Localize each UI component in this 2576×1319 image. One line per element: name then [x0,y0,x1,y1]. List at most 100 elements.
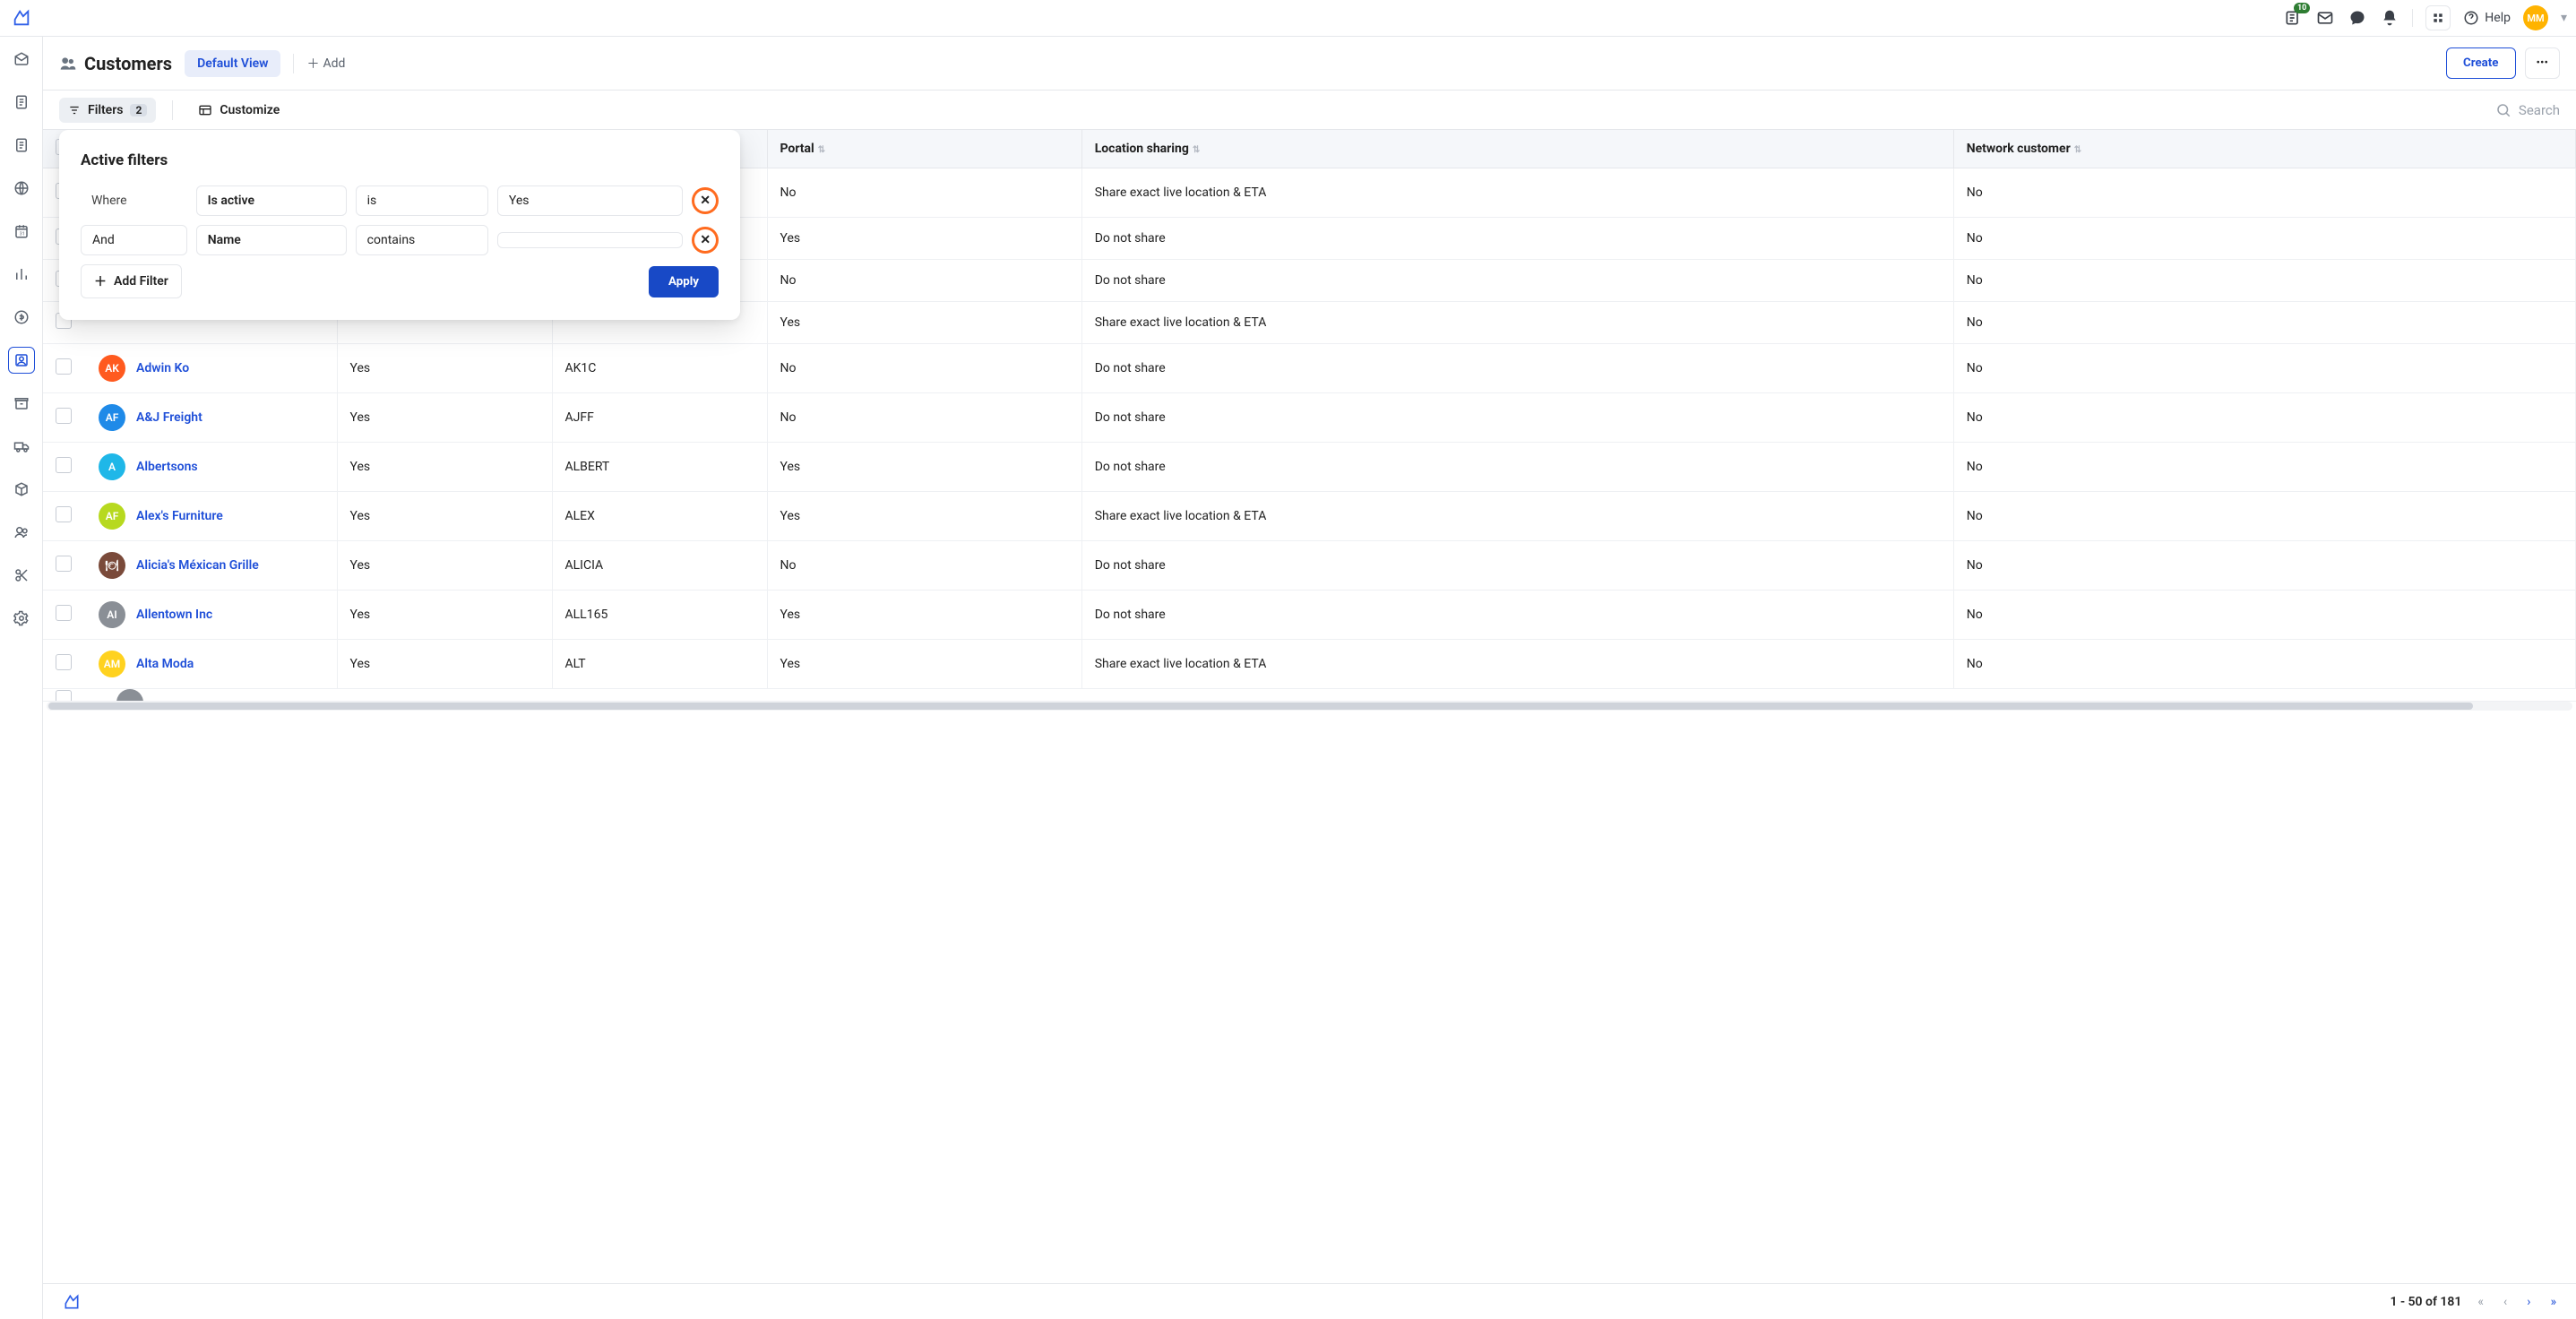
customer-name-link[interactable]: Albertsons [136,460,198,474]
column-network-customer[interactable]: Network customer⇅ [1953,130,2575,168]
nav-scissors-icon[interactable] [8,562,35,589]
filter-operator-select[interactable]: contains [356,225,488,255]
row-checkbox[interactable] [56,457,72,473]
customize-button[interactable]: Customize [189,98,289,123]
nav-customers-icon[interactable] [8,347,35,374]
plus-icon: ＋ [94,272,107,290]
nav-inbox-icon[interactable] [8,46,35,73]
nav-billing-icon[interactable] [8,304,35,331]
remove-filter-button[interactable]: ✕ [692,227,719,254]
filters-label: Filters [88,103,123,117]
cell-location: Do not share [1081,393,1953,443]
cell-portal: Yes [767,218,1081,260]
customer-name-link[interactable]: Adwin Ko [136,361,189,375]
cell-code: ALT [552,640,767,689]
filter-operator-select[interactable]: is [356,185,488,216]
filter-icon [68,104,81,116]
filter-value-input[interactable]: Yes [497,185,683,216]
customer-name-link[interactable]: Alicia's Méxican Grille [136,558,259,573]
cell-active: Yes [337,344,552,393]
nav-users-icon[interactable] [8,519,35,546]
cell-network: No [1953,541,2575,591]
nav-reports-icon[interactable] [8,261,35,288]
filter-popover-title: Active filters [81,151,719,169]
app-logo[interactable] [9,5,34,30]
pager-last-button[interactable]: » [2546,1291,2560,1313]
view-selector[interactable]: Default View [185,50,280,77]
row-checkbox[interactable] [56,605,72,621]
customer-name-link[interactable]: Alta Moda [136,657,194,671]
horizontal-scrollbar[interactable] [47,702,2572,711]
cell-network: No [1953,492,2575,541]
customer-name-link[interactable]: A&J Freight [136,410,202,425]
avatar[interactable]: MM [2523,5,2548,30]
search-input[interactable]: Search [2495,102,2560,118]
customer-name-link[interactable]: Alex's Furniture [136,509,223,523]
divider [172,100,173,120]
row-avatar: AF [99,503,125,530]
cell-portal: No [767,260,1081,302]
add-view-button[interactable]: ＋ Add [306,55,345,73]
mail-icon[interactable] [2315,8,2335,28]
cell-portal: Yes [767,492,1081,541]
customize-label: Customize [220,103,280,117]
apply-button[interactable]: Apply [649,266,719,297]
dots-icon: ••• [2537,56,2549,70]
add-filter-button[interactable]: ＋ Add Filter [81,264,182,298]
row-checkbox[interactable] [56,690,72,702]
filter-value-input[interactable] [497,232,683,248]
nav-archive-icon[interactable] [8,390,35,417]
cell-network: No [1953,168,2575,218]
footer-logo[interactable] [59,1289,84,1315]
nav-settings-icon[interactable] [8,605,35,632]
row-checkbox[interactable] [56,408,72,424]
footer: 1 - 50 of 181 « ‹ › » [43,1283,2576,1319]
nav-document1-icon[interactable] [8,89,35,116]
row-checkbox[interactable] [56,358,72,375]
filter-field-select[interactable]: Is active [196,185,347,216]
cell-active: Yes [337,591,552,640]
topbar: 10 Help MM ▾ [0,0,2576,37]
cell-location: Do not share [1081,260,1953,302]
divider [293,54,294,73]
column-location-sharing[interactable]: Location sharing⇅ [1081,130,1953,168]
customer-name-link[interactable]: Allentown Inc [136,608,212,622]
pagination-range: 1 - 50 of 181 [2390,1295,2461,1309]
filter-logic-select[interactable]: And [81,225,187,255]
close-icon: ✕ [700,233,711,247]
nav-truck-icon[interactable] [8,433,35,460]
apps-icon[interactable] [2425,5,2451,30]
pager-prev-button[interactable]: ‹ [2500,1291,2511,1313]
filters-button[interactable]: Filters 2 [59,98,156,123]
row-checkbox[interactable] [56,654,72,670]
account-caret-icon[interactable]: ▾ [2561,11,2567,25]
create-button[interactable]: Create [2446,47,2516,79]
row-checkbox[interactable] [56,556,72,572]
pager-next-button[interactable]: › [2523,1291,2534,1313]
nav-calendar-icon[interactable]: 31 [8,218,35,245]
customers-icon [59,55,77,73]
page-title-label: Customers [84,53,172,74]
news-icon[interactable]: 10 [2283,8,2303,28]
cell-location: Do not share [1081,541,1953,591]
cell-network: No [1953,344,2575,393]
row-checkbox[interactable] [56,506,72,522]
help-button[interactable]: Help [2463,10,2511,26]
cell-network: No [1953,393,2575,443]
cell-active: Yes [337,443,552,492]
row-avatar: AK [99,355,125,382]
nav-globe-icon[interactable] [8,175,35,202]
filter-field-select[interactable]: Name [196,225,347,255]
plus-icon: ＋ [306,55,319,73]
column-portal[interactable]: Portal⇅ [767,130,1081,168]
pager-first-button[interactable]: « [2474,1291,2487,1313]
bell-icon[interactable] [2380,8,2399,28]
nav-document2-icon[interactable] [8,132,35,159]
chat-icon[interactable] [2348,8,2367,28]
more-actions-button[interactable]: ••• [2525,47,2561,79]
search-placeholder: Search [2519,102,2560,118]
nav-package-icon[interactable] [8,476,35,503]
table-row: AIAllentown IncYesALL165YesDo not shareN… [43,591,2576,640]
cell-portal: No [767,168,1081,218]
remove-filter-button[interactable]: ✕ [692,187,719,214]
